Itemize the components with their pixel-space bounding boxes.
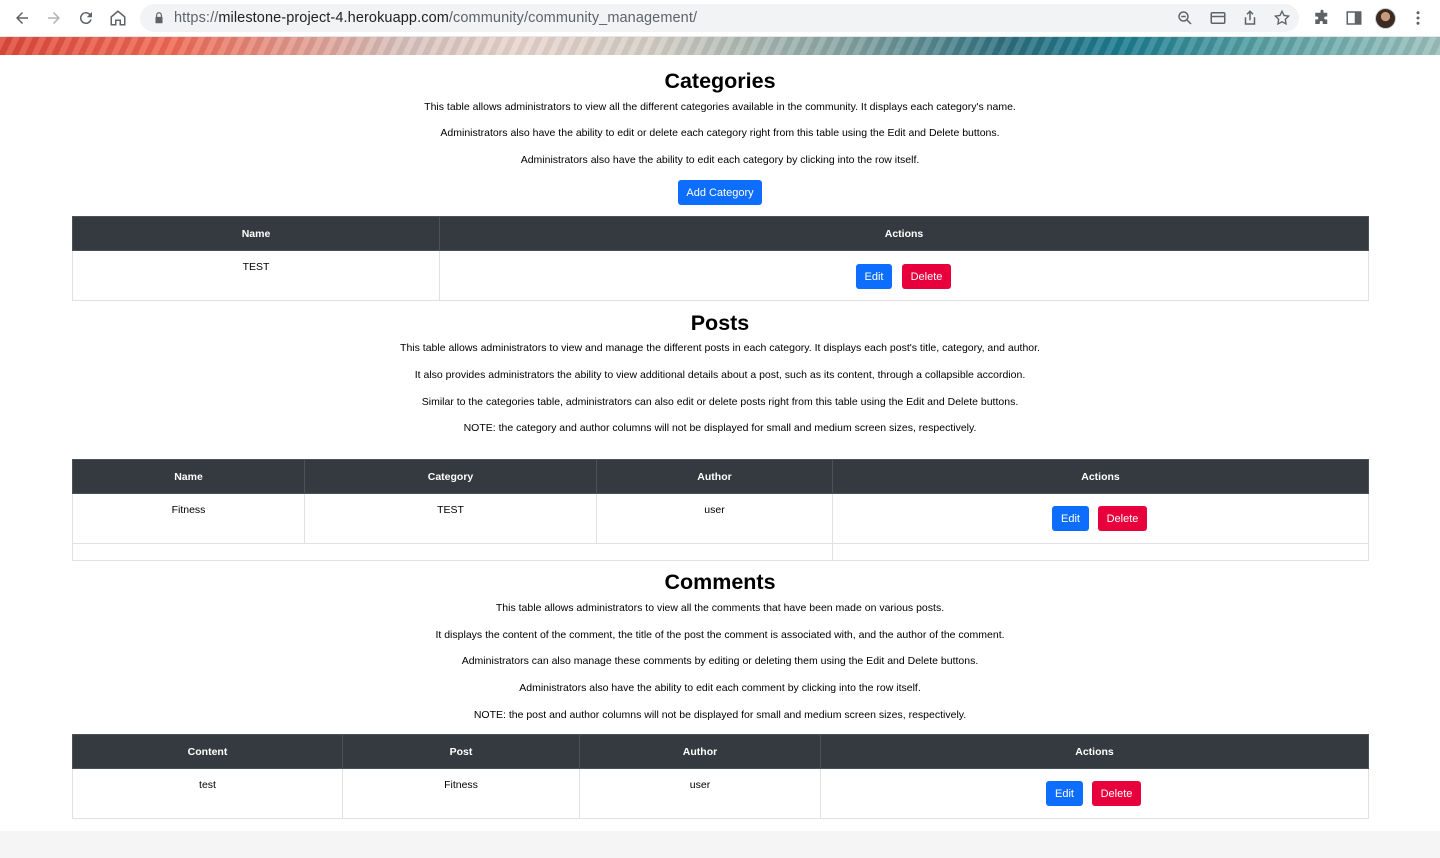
categories-title: Categories <box>664 69 776 93</box>
posts-description: This table allows administrators to view… <box>400 342 1040 354</box>
table-header-row: Name Category Author Actions <box>72 459 1369 494</box>
post-name-cell: Fitness <box>72 493 305 544</box>
comments-title: Comments <box>664 570 776 594</box>
accordion-cell <box>72 543 833 561</box>
forward-arrow-icon <box>48 12 60 24</box>
table-row[interactable]: TEST Edit Delete <box>72 250 1369 301</box>
share-button[interactable] <box>1241 9 1259 27</box>
table-header-row: Content Post Author Actions <box>72 734 1369 769</box>
posts-description: NOTE: the category and author columns wi… <box>463 422 977 434</box>
url-host: milestone-project-4.herokuapp.com <box>218 10 449 26</box>
edit-post-button[interactable]: Edit <box>1052 506 1089 531</box>
comment-author-cell: user <box>579 768 821 819</box>
url-text: https://milestone-project-4.herokuapp.co… <box>174 10 697 26</box>
edit-category-button[interactable]: Edit <box>856 264 892 289</box>
menu-dots-icon <box>1416 11 1420 25</box>
comments-table: Content Post Author Actions test Fitness… <box>72 734 1369 819</box>
extensions-button[interactable] <box>1313 9 1331 27</box>
posts-title: Posts <box>690 311 750 335</box>
column-header-category: Category <box>304 459 597 494</box>
zoom-button[interactable] <box>1176 9 1194 27</box>
table-row[interactable]: test Fitness user Edit Delete <box>72 768 1369 819</box>
actions-cell: Edit Delete <box>439 250 1369 301</box>
browser-toolbar: https://milestone-project-4.herokuapp.co… <box>0 0 1440 37</box>
posts-description: Similar to the categories table, adminis… <box>421 396 1019 408</box>
categories-table: Name Actions TEST Edit Delete <box>72 216 1369 301</box>
browser-menu-button[interactable] <box>1409 9 1427 27</box>
zoom-icon <box>1178 11 1192 25</box>
post-author-cell: user <box>596 493 833 544</box>
comments-description: It displays the content of the comment, … <box>435 629 1005 641</box>
delete-category-button[interactable]: Delete <box>902 264 951 289</box>
categories-description: Administrators also have the ability to … <box>440 127 1000 139</box>
comment-post-cell: Fitness <box>342 768 580 819</box>
delete-post-button[interactable]: Delete <box>1098 506 1147 531</box>
forward-button[interactable] <box>42 7 66 29</box>
page-footer-band <box>0 831 1440 858</box>
accordion-row[interactable] <box>72 543 1369 561</box>
reload-icon <box>79 12 92 25</box>
home-icon <box>110 10 126 26</box>
posts-description: It also provides administrators the abil… <box>414 369 1026 381</box>
card-icon <box>1210 12 1226 24</box>
reload-button[interactable] <box>74 7 98 29</box>
categories-description: This table allows administrators to view… <box>424 101 1016 113</box>
column-header-author: Author <box>596 459 833 494</box>
delete-comment-button[interactable]: Delete <box>1092 781 1141 806</box>
comment-content-cell: test <box>72 768 343 819</box>
actions-cell: Edit Delete <box>832 493 1369 544</box>
lock-icon <box>155 12 163 24</box>
address-bar[interactable]: https://milestone-project-4.herokuapp.co… <box>140 4 1299 32</box>
bookmark-button[interactable] <box>1273 9 1291 27</box>
comments-description: This table allows administrators to view… <box>495 602 945 614</box>
column-header-author: Author <box>579 734 821 769</box>
column-header-name: Name <box>72 216 440 251</box>
back-arrow-icon <box>16 12 28 24</box>
profile-avatar[interactable] <box>1375 8 1396 29</box>
url-scheme: https:// <box>174 10 219 26</box>
star-icon <box>1273 9 1291 26</box>
card-button[interactable] <box>1209 9 1227 27</box>
categories-description: Administrators also have the ability to … <box>520 154 920 166</box>
table-row[interactable]: Fitness TEST user Edit Delete <box>72 493 1369 544</box>
comments-description: Administrators also have the ability to … <box>519 682 921 694</box>
edit-comment-button[interactable]: Edit <box>1046 781 1083 806</box>
sidepanel-icon <box>1346 11 1362 25</box>
extensions-icon <box>1315 9 1328 24</box>
add-category-button[interactable]: Add Category <box>678 180 762 205</box>
share-icon <box>1244 10 1256 25</box>
actions-cell: Edit Delete <box>820 768 1369 819</box>
comments-description: Administrators can also manage these com… <box>461 655 979 667</box>
side-panel-button[interactable] <box>1345 9 1363 27</box>
accordion-cell <box>832 543 1369 561</box>
table-header-row: Name Actions <box>72 216 1369 251</box>
hero-image-strip <box>0 37 1440 55</box>
column-header-post: Post <box>342 734 580 769</box>
column-header-content: Content <box>72 734 343 769</box>
home-button[interactable] <box>106 7 130 29</box>
column-header-actions: Actions <box>832 459 1369 494</box>
url-path: /community/community_management/ <box>448 10 698 26</box>
post-category-cell: TEST <box>304 493 597 544</box>
column-header-actions: Actions <box>820 734 1369 769</box>
posts-table: Name Category Author Actions Fitness TES… <box>72 459 1369 561</box>
comments-description: NOTE: the post and author columns will n… <box>473 709 967 721</box>
category-name-cell: TEST <box>72 250 440 301</box>
back-button[interactable] <box>10 7 34 29</box>
column-header-name: Name <box>72 459 305 494</box>
column-header-actions: Actions <box>439 216 1369 251</box>
